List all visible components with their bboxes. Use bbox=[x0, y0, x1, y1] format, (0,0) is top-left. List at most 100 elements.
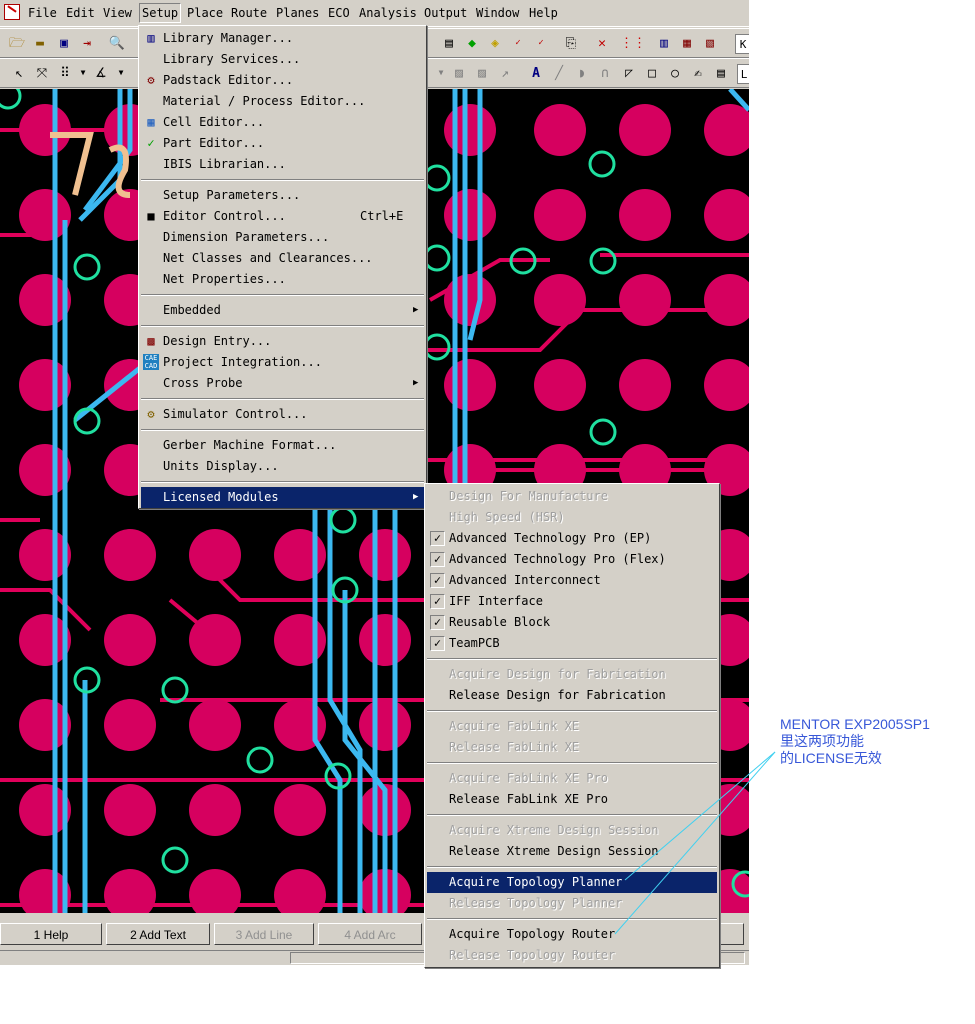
fill-icon[interactable]: ▨ bbox=[473, 64, 491, 82]
menu-item-ibis-librarian[interactable]: IBIS Librarian... bbox=[141, 154, 424, 175]
pcb-pad bbox=[19, 104, 71, 156]
grid-icon[interactable]: ⋮⋮ bbox=[620, 34, 646, 52]
properties-icon[interactable]: ▤ bbox=[440, 34, 458, 52]
menu-help[interactable]: Help bbox=[527, 4, 560, 22]
select-area-icon[interactable]: ⤧ bbox=[33, 64, 51, 82]
menu-item-library-services[interactable]: Library Services... bbox=[141, 49, 424, 70]
menu-item-project-integration[interactable]: CAE CAD Project Integration... bbox=[141, 352, 424, 373]
rectangle-icon[interactable]: □ bbox=[643, 64, 661, 82]
menu-item-part-editor-label: Part Editor... bbox=[163, 136, 265, 150]
library-toolbar-icon[interactable]: ▥ bbox=[655, 34, 673, 52]
pcb-via bbox=[589, 418, 617, 446]
fkey-add-line[interactable]: 3 Add Line bbox=[214, 923, 314, 945]
setup-menu: ▥ Library Manager... Library Services... ⚙ P… bbox=[138, 25, 427, 509]
drc: ■ bbox=[147, 209, 155, 223]
menu-item-design-entry[interactable]: ▩ Design Entry... bbox=[141, 331, 424, 352]
menu-item-dimension-parameters-label: Dimension Parameters... bbox=[163, 230, 330, 244]
chevron-down-icon[interactable]: ▼ bbox=[74, 64, 92, 82]
dropdown-icon[interactable]: ▼ bbox=[432, 64, 450, 82]
warning-icon[interactable]: ◈ bbox=[486, 34, 504, 52]
submenu-item-advanced-technology-pro-ep[interactable]: ✓ Advanced Technology Pro (EP) bbox=[427, 528, 717, 549]
route-icon[interactable]: ↗ bbox=[496, 64, 514, 82]
submenu-item-label: Acquire Xtreme Design Session bbox=[449, 823, 659, 837]
pcb-via bbox=[423, 333, 451, 361]
polygon-icon[interactable]: ◸ bbox=[620, 64, 638, 82]
circle-icon[interactable]: ○ bbox=[666, 64, 684, 82]
fkey-help[interactable]: 1 Help bbox=[0, 923, 102, 945]
folder-icon[interactable]: ▬ bbox=[31, 34, 49, 52]
fkey-add-text[interactable]: 2 Add Text bbox=[106, 923, 210, 945]
menu-output[interactable]: Output bbox=[422, 4, 469, 22]
zoom-icon[interactable]: 🔍 bbox=[108, 34, 126, 52]
menu-file[interactable]: File bbox=[26, 4, 59, 22]
exit-icon[interactable]: ⇥ bbox=[78, 34, 96, 52]
submenu-item-acquire-topology-planner[interactable]: Acquire Topology Planner bbox=[427, 872, 717, 893]
polyarc-icon[interactable]: ∩ bbox=[596, 64, 614, 82]
menu-edit[interactable]: Edit bbox=[64, 4, 97, 22]
submenu-item-high-speed-hsr: High Speed (HSR) bbox=[427, 507, 717, 528]
menu-item-licensed-modules[interactable]: Licensed Modules ▶ bbox=[141, 487, 424, 508]
angle-dropdown-icon[interactable]: ▼ bbox=[112, 64, 130, 82]
submenu-item-release-design-for-fabrication[interactable]: Release Design for Fabrication bbox=[427, 685, 717, 706]
menu-analysis[interactable]: Analysis bbox=[357, 4, 419, 22]
arc-icon[interactable]: ◗ bbox=[573, 64, 591, 82]
menu-item-net-classes-and-clearances[interactable]: Net Classes and Clearances... bbox=[141, 248, 424, 269]
menu-item-simulator-control[interactable]: ⚙ Simulator Control... bbox=[141, 404, 424, 425]
copy-icon[interactable]: ⎘ bbox=[562, 34, 580, 52]
line-icon[interactable]: ╱ bbox=[550, 64, 568, 82]
text-icon[interactable]: A bbox=[527, 64, 545, 82]
submenu-item-advanced-interconnect[interactable]: ✓ Advanced Interconnect bbox=[427, 570, 717, 591]
drc-green-icon[interactable]: ◆ bbox=[463, 34, 481, 52]
menu-route[interactable]: Route bbox=[229, 4, 269, 22]
menu-item-gerber-machine-format[interactable]: Gerber Machine Format... bbox=[141, 435, 424, 456]
menu-item-cell-editor[interactable]: ▦ Cell Editor... bbox=[141, 112, 424, 133]
menu-window[interactable]: Window bbox=[474, 4, 521, 22]
shape-icon[interactable]: ▨ bbox=[450, 64, 468, 82]
save-icon[interactable]: ▣ bbox=[55, 34, 73, 52]
submenu-item-label: Release FabLink XE Pro bbox=[449, 792, 608, 806]
menu-item-material-process-editor[interactable]: Material / Process Editor... bbox=[141, 91, 424, 112]
submenu-item-release-xtreme-design-session[interactable]: Release Xtreme Design Session bbox=[427, 841, 717, 862]
menu-item-dimension-parameters[interactable]: Dimension Parameters... bbox=[141, 227, 424, 248]
menu-item-embedded[interactable]: Embedded ▶ bbox=[141, 300, 424, 321]
menu-item-editor-control[interactable]: ■ Editor Control... Ctrl+E bbox=[141, 206, 424, 227]
submenu-item-iff-interface[interactable]: ✓ IFF Interface bbox=[427, 591, 717, 612]
menu-planes[interactable]: Planes bbox=[274, 4, 321, 22]
fkey-add-arc[interactable]: 4 Add Arc bbox=[318, 923, 422, 945]
properties2-icon[interactable]: ▤ bbox=[712, 64, 730, 82]
open-icon[interactable]: 🗁 bbox=[8, 34, 26, 52]
layer-field[interactable]: K bbox=[735, 34, 749, 54]
menu-view[interactable]: View bbox=[101, 4, 134, 22]
app-logo-icon[interactable] bbox=[4, 4, 20, 20]
menu-item-units-display[interactable]: Units Display... bbox=[141, 456, 424, 477]
menu-item-library-manager[interactable]: ▥ Library Manager... bbox=[141, 28, 424, 49]
part-toolbar-icon[interactable]: ▧ bbox=[701, 34, 719, 52]
delete-icon[interactable]: ✕ bbox=[593, 34, 611, 52]
menu-separator bbox=[427, 710, 717, 712]
hand-icon[interactable]: ✍ bbox=[689, 64, 707, 82]
menu-item-net-properties[interactable]: Net Properties... bbox=[141, 269, 424, 290]
menu-item-padstack-editor[interactable]: ⚙ Padstack Editor... bbox=[141, 70, 424, 91]
angle-icon[interactable]: ∡ bbox=[92, 64, 110, 82]
layer-field-2[interactable]: L bbox=[737, 64, 749, 84]
grid-select-icon[interactable]: ⠿ bbox=[56, 64, 74, 82]
menu-item-setup-parameters[interactable]: Setup Parameters... bbox=[141, 185, 424, 206]
drc-check-icon[interactable]: ✓ bbox=[509, 34, 527, 52]
submenu-item-acquire-topology-router[interactable]: Acquire Topology Router bbox=[427, 924, 717, 945]
select-arrow-icon[interactable]: ↖ bbox=[10, 64, 28, 82]
menu-item-part-editor[interactable]: ✓ Part Editor... bbox=[141, 133, 424, 154]
dff-check-icon[interactable]: ✓ bbox=[532, 34, 550, 52]
menu-place[interactable]: Place bbox=[185, 4, 225, 22]
submenu-item-teampcb[interactable]: ✓ TeamPCB bbox=[427, 633, 717, 654]
menu-setup[interactable]: Setup bbox=[139, 3, 182, 23]
submenu-item-label: Acquire FabLink XE Pro bbox=[449, 771, 608, 785]
cell-toolbar-icon[interactable]: ▦ bbox=[678, 34, 696, 52]
menu-eco[interactable]: ECO bbox=[326, 4, 352, 22]
pcb-via bbox=[0, 89, 22, 110]
fkey-extra[interactable] bbox=[718, 923, 744, 945]
submenu-item-reusable-block[interactable]: ✓ Reusable Block bbox=[427, 612, 717, 633]
submenu-item-release-fablink-xe-pro[interactable]: Release FabLink XE Pro bbox=[427, 789, 717, 810]
menu-item-cross-probe[interactable]: Cross Probe ▶ bbox=[141, 373, 424, 394]
pcb-via bbox=[246, 746, 274, 774]
submenu-item-advanced-technology-pro-flex[interactable]: ✓ Advanced Technology Pro (Flex) bbox=[427, 549, 717, 570]
